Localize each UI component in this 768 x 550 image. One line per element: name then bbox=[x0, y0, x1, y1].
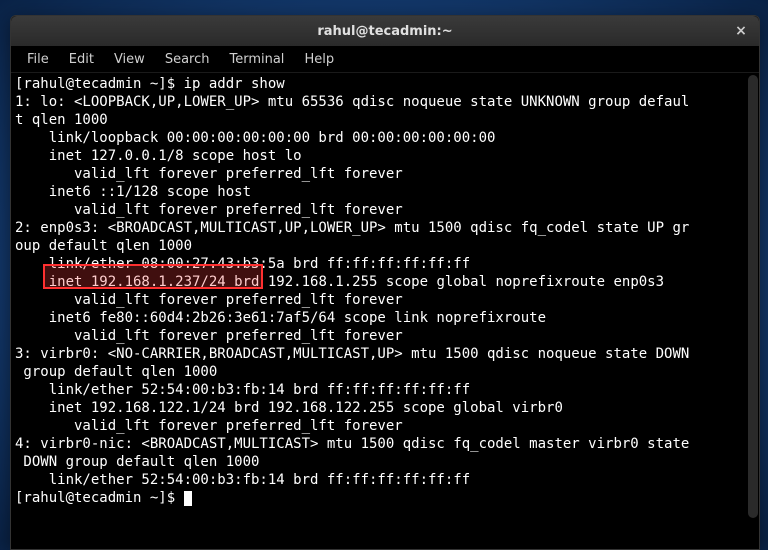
output-line: valid_lft forever preferred_lft forever bbox=[15, 202, 403, 218]
menubar: File Edit View Search Terminal Help bbox=[11, 46, 759, 73]
menu-help[interactable]: Help bbox=[294, 49, 344, 70]
output-line: inet6 fe80::60d4:2b26:3e61:7af5/64 scope… bbox=[15, 310, 554, 326]
terminal-body[interactable]: [rahul@tecadmin ~]$ ip addr show 1: lo: … bbox=[11, 73, 759, 549]
close-icon: × bbox=[735, 23, 747, 39]
cursor bbox=[184, 491, 192, 506]
close-button[interactable]: × bbox=[731, 21, 751, 41]
output-line: inet 127.0.0.1/8 scope host lo bbox=[15, 148, 302, 164]
output-line: inet 192.168.122.1/24 brd 192.168.122.25… bbox=[15, 400, 563, 416]
command: ip addr show bbox=[184, 76, 285, 92]
output-line bbox=[15, 274, 49, 290]
prompt: [rahul@tecadmin ~]$ bbox=[15, 76, 184, 92]
output-line: link/ether 52:54:00:b3:fb:14 brd ff:ff:f… bbox=[15, 382, 470, 398]
menu-search[interactable]: Search bbox=[155, 49, 220, 70]
output-line: 2: enp0s3: <BROADCAST,MULTICAST,UP,LOWER… bbox=[15, 220, 689, 236]
menu-terminal[interactable]: Terminal bbox=[219, 49, 294, 70]
output-line: link/loopback 00:00:00:00:00:00 brd 00:0… bbox=[15, 130, 495, 146]
output-line: DOWN group default qlen 1000 bbox=[15, 454, 259, 470]
terminal-window: rahul@tecadmin:~ × File Edit View Search… bbox=[10, 15, 760, 550]
output-line: 3: virbr0: <NO-CARRIER,BROADCAST,MULTICA… bbox=[15, 346, 689, 362]
scrollbar[interactable] bbox=[748, 75, 758, 518]
output-line: valid_lft forever preferred_lft forever bbox=[15, 418, 403, 434]
window-title: rahul@tecadmin:~ bbox=[317, 24, 452, 39]
prompt: [rahul@tecadmin ~]$ bbox=[15, 490, 184, 506]
output-line: t qlen 1000 bbox=[15, 112, 108, 128]
output-line: group default qlen 1000 bbox=[15, 364, 217, 380]
output-line: 4: virbr0-nic: <BROADCAST,MULTICAST> mtu… bbox=[15, 436, 689, 452]
menu-view[interactable]: View bbox=[104, 49, 155, 70]
menu-edit[interactable]: Edit bbox=[59, 49, 104, 70]
output-line: link/ether 08:00:27:43:b3:5a brd ff:ff:f… bbox=[15, 256, 470, 272]
output-line: inet6 ::1/128 scope host bbox=[15, 184, 259, 200]
menu-file[interactable]: File bbox=[17, 49, 59, 70]
output-line: valid_lft forever preferred_lft forever bbox=[15, 328, 403, 344]
output-line: oup default qlen 1000 bbox=[15, 238, 192, 254]
output-line: brd 192.168.1.255 scope global noprefixr… bbox=[226, 274, 664, 290]
highlighted-ip: inet 192.168.1.237/24 bbox=[49, 274, 226, 290]
output-line: link/ether 52:54:00:b3:fb:14 brd ff:ff:f… bbox=[15, 472, 470, 488]
output-line: valid_lft forever preferred_lft forever bbox=[15, 166, 403, 182]
titlebar[interactable]: rahul@tecadmin:~ × bbox=[11, 16, 759, 46]
output-line: 1: lo: <LOOPBACK,UP,LOWER_UP> mtu 65536 … bbox=[15, 94, 689, 110]
output-line: valid_lft forever preferred_lft forever bbox=[15, 292, 403, 308]
